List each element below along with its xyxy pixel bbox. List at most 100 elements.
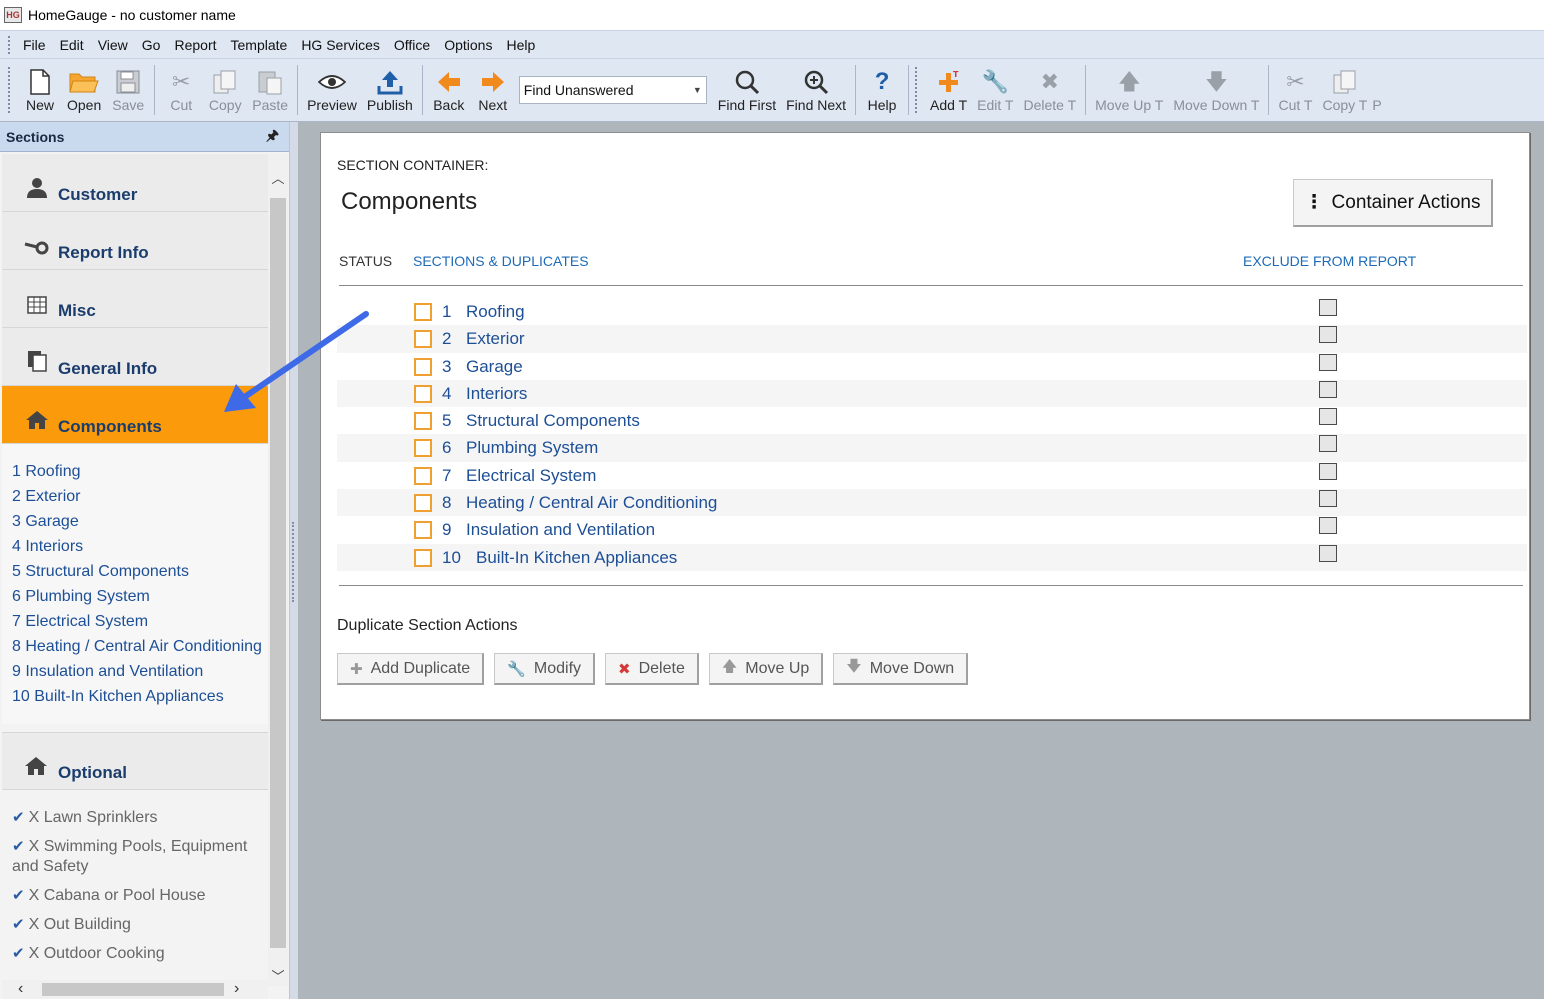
menu-edit[interactable]: Edit: [56, 37, 94, 53]
subsection-plumbing[interactable]: 6 Plumbing System: [12, 587, 268, 607]
optional-item[interactable]: ✔ X Cabana or Pool House: [12, 886, 268, 906]
optional-item[interactable]: ✔ X Outdoor Cooking: [12, 944, 268, 964]
paste-icon: [257, 67, 283, 97]
exclude-checkbox[interactable]: [1319, 435, 1337, 453]
menu-help[interactable]: Help: [502, 37, 545, 53]
status-checkbox[interactable]: [414, 548, 432, 567]
copy-button[interactable]: Copy: [203, 59, 247, 121]
pane-splitter[interactable]: [290, 122, 298, 999]
row-section-link[interactable]: Electrical System: [466, 466, 596, 486]
optional-item[interactable]: ✔ X Lawn Sprinklers: [12, 808, 268, 828]
status-checkbox[interactable]: [414, 357, 432, 376]
optional-item[interactable]: ✔ X Out Building: [12, 915, 268, 935]
overflow-toolbar-button[interactable]: P: [1372, 59, 1386, 121]
row-section-link[interactable]: Garage: [466, 357, 523, 377]
find-next-button[interactable]: Find Next: [781, 59, 851, 121]
exclude-checkbox[interactable]: [1319, 490, 1337, 508]
menu-report[interactable]: Report: [170, 37, 226, 53]
exclude-checkbox[interactable]: [1319, 326, 1337, 344]
menu-template[interactable]: Template: [227, 37, 298, 53]
pin-icon[interactable]: 🖈: [266, 125, 279, 149]
row-section-link[interactable]: Structural Components: [466, 411, 640, 431]
menu-hg-services[interactable]: HG Services: [297, 37, 390, 53]
status-checkbox[interactable]: [414, 439, 432, 458]
exclude-checkbox[interactable]: [1319, 299, 1337, 316]
menu-options[interactable]: Options: [440, 37, 502, 53]
subsection-exterior[interactable]: 2 Exterior: [12, 487, 268, 507]
exclude-checkbox[interactable]: [1319, 408, 1337, 426]
subsection-roofing[interactable]: 1 Roofing: [12, 462, 268, 482]
nav-customer[interactable]: Customer: [2, 154, 268, 212]
delete-button[interactable]: ✖ Delete: [605, 653, 699, 685]
move-down-button[interactable]: 🡇 Move Down: [833, 653, 969, 685]
nav-report-info[interactable]: Report Info: [2, 212, 268, 270]
subsection-garage[interactable]: 3 Garage: [12, 512, 268, 532]
nav-components[interactable]: Components: [2, 386, 268, 444]
subsection-kitchen[interactable]: 10 Built-In Kitchen Appliances: [12, 687, 268, 707]
menu-view[interactable]: View: [94, 37, 138, 53]
status-checkbox[interactable]: [414, 521, 432, 540]
row-section-link[interactable]: Roofing: [466, 302, 525, 322]
sections-vertical-scrollbar[interactable]: ︿ ﹀: [268, 154, 288, 986]
status-checkbox[interactable]: [414, 494, 432, 513]
scrollbar-thumb[interactable]: [270, 198, 286, 948]
exclude-checkbox[interactable]: [1319, 517, 1337, 535]
next-button[interactable]: Next: [471, 59, 515, 121]
back-button[interactable]: Back: [427, 59, 471, 121]
preview-button[interactable]: Preview: [302, 59, 362, 121]
help-button[interactable]: ? Help: [860, 59, 904, 121]
scrollbar-thumb[interactable]: [42, 983, 224, 996]
cut-template-button[interactable]: ✂ Cut T: [1273, 59, 1317, 121]
row-section-link[interactable]: Interiors: [466, 384, 527, 404]
find-mode-select[interactable]: Find Unanswered ▼: [518, 76, 707, 104]
status-checkbox[interactable]: [414, 330, 432, 349]
chevron-up-icon[interactable]: ︿: [271, 168, 285, 186]
status-checkbox[interactable]: [414, 384, 432, 403]
find-first-button[interactable]: Find First: [713, 59, 781, 121]
row-section-link[interactable]: Exterior: [466, 329, 525, 349]
menu-file[interactable]: File: [19, 37, 56, 53]
modify-button[interactable]: 🔧 Modify: [494, 653, 596, 685]
open-button[interactable]: Open: [62, 59, 106, 121]
copy-template-button[interactable]: Copy T: [1317, 59, 1372, 121]
delete-template-button[interactable]: ✖ Delete T: [1018, 59, 1081, 121]
exclude-checkbox[interactable]: [1319, 380, 1337, 398]
move-down-template-button[interactable]: 🡇 Move Down T: [1168, 59, 1264, 121]
nav-general-info[interactable]: General Info: [2, 328, 268, 386]
container-actions-button[interactable]: ⋮ Container Actions: [1293, 179, 1493, 227]
add-template-button[interactable]: T Add T: [925, 59, 972, 121]
chevron-down-icon[interactable]: ﹀: [271, 966, 285, 984]
paste-button[interactable]: Paste: [247, 59, 293, 121]
nav-misc[interactable]: Misc: [2, 270, 268, 328]
row-section-link[interactable]: Insulation and Ventilation: [466, 520, 655, 540]
subsection-interiors[interactable]: 4 Interiors: [12, 537, 268, 557]
subsection-structural[interactable]: 5 Structural Components: [12, 562, 268, 582]
row-section-link[interactable]: Plumbing System: [466, 438, 598, 458]
nav-optional[interactable]: Optional: [2, 732, 268, 790]
publish-button[interactable]: Publish: [362, 59, 418, 121]
sections-horizontal-scrollbar[interactable]: ‹ ›: [2, 980, 268, 999]
move-up-template-button[interactable]: 🡅 Move Up T: [1090, 59, 1168, 121]
chevron-left-icon[interactable]: ‹: [18, 980, 23, 998]
subsection-electrical[interactable]: 7 Electrical System: [12, 612, 268, 632]
exclude-checkbox[interactable]: [1319, 353, 1337, 371]
subsection-insulation[interactable]: 9 Insulation and Ventilation: [12, 662, 268, 682]
row-section-link[interactable]: Heating / Central Air Conditioning: [466, 493, 717, 513]
optional-item[interactable]: ✔ X Swimming Pools, Equipment and Safety: [12, 837, 268, 877]
menu-office[interactable]: Office: [390, 37, 440, 53]
exclude-checkbox[interactable]: [1319, 544, 1337, 562]
menu-go[interactable]: Go: [138, 37, 171, 53]
add-duplicate-button[interactable]: ✚ Add Duplicate: [337, 653, 485, 685]
status-checkbox[interactable]: [414, 412, 432, 431]
exclude-checkbox[interactable]: [1319, 462, 1337, 480]
status-checkbox[interactable]: [414, 466, 432, 485]
status-checkbox[interactable]: [414, 303, 432, 321]
edit-template-button[interactable]: 🔧 Edit T: [972, 59, 1018, 121]
row-section-link[interactable]: Built-In Kitchen Appliances: [476, 548, 677, 568]
cut-button[interactable]: ✂ Cut: [159, 59, 203, 121]
new-button[interactable]: New: [18, 59, 62, 121]
subsection-heating[interactable]: 8 Heating / Central Air Conditioning: [12, 637, 268, 657]
move-up-button[interactable]: 🡅 Move Up: [708, 653, 824, 685]
save-button[interactable]: Save: [106, 59, 150, 121]
chevron-right-icon[interactable]: ›: [234, 980, 239, 998]
